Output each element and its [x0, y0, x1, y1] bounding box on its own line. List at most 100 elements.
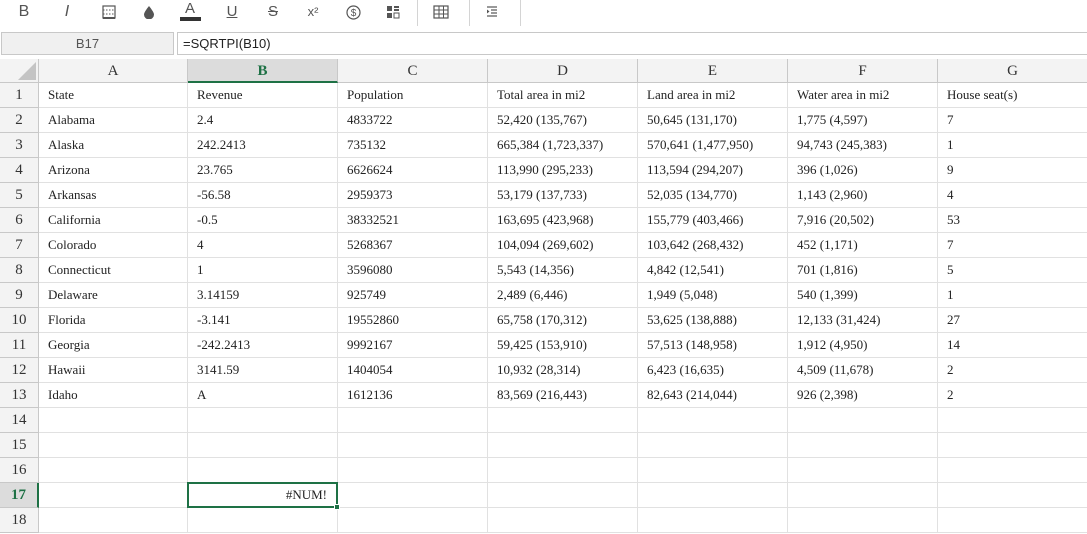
- cell-f10[interactable]: 12,133 (31,424): [788, 308, 938, 333]
- cell-b4[interactable]: 23.765: [188, 158, 338, 183]
- cell-d16[interactable]: [488, 458, 638, 483]
- cell-g15[interactable]: [938, 433, 1087, 458]
- cell-b5[interactable]: -56.58: [188, 183, 338, 208]
- cell-d18[interactable]: [488, 508, 638, 533]
- cell-d3[interactable]: 665,384 (1,723,337): [488, 133, 638, 158]
- formula-input[interactable]: =SQRTPI(B10): [177, 32, 1087, 55]
- cell-a8[interactable]: Connecticut: [39, 258, 188, 283]
- cell-d7[interactable]: 104,094 (269,602): [488, 233, 638, 258]
- cell-c12[interactable]: 1404054: [338, 358, 488, 383]
- column-header-g[interactable]: G: [938, 59, 1087, 83]
- row-header-8[interactable]: 8: [0, 258, 39, 283]
- cell-a1[interactable]: State: [39, 83, 188, 108]
- cell-a5[interactable]: Arkansas: [39, 183, 188, 208]
- column-header-d[interactable]: D: [488, 59, 638, 83]
- row-header-9[interactable]: 9: [0, 283, 39, 308]
- cell-b15[interactable]: [188, 433, 338, 458]
- cell-e7[interactable]: 103,642 (268,432): [638, 233, 788, 258]
- cell-b6[interactable]: -0.5: [188, 208, 338, 233]
- cell-c2[interactable]: 4833722: [338, 108, 488, 133]
- cell-f2[interactable]: 1,775 (4,597): [788, 108, 938, 133]
- cell-e2[interactable]: 50,645 (131,170): [638, 108, 788, 133]
- cell-g14[interactable]: [938, 408, 1087, 433]
- cell-e11[interactable]: 57,513 (148,958): [638, 333, 788, 358]
- currency-button[interactable]: $: [339, 0, 367, 24]
- cell-f12[interactable]: 4,509 (11,678): [788, 358, 938, 383]
- cell-e18[interactable]: [638, 508, 788, 533]
- cell-b12[interactable]: 3141.59: [188, 358, 338, 383]
- cell-g7[interactable]: 7: [938, 233, 1087, 258]
- cell-g10[interactable]: 27: [938, 308, 1087, 333]
- cell-c11[interactable]: 9992167: [338, 333, 488, 358]
- column-header-e[interactable]: E: [638, 59, 788, 83]
- cell-d10[interactable]: 65,758 (170,312): [488, 308, 638, 333]
- row-header-16[interactable]: 16: [0, 458, 39, 483]
- cell-a16[interactable]: [39, 458, 188, 483]
- cell-b16[interactable]: [188, 458, 338, 483]
- indent-button[interactable]: [478, 0, 506, 24]
- cell-f14[interactable]: [788, 408, 938, 433]
- cell-c6[interactable]: 38332521: [338, 208, 488, 233]
- cell-d1[interactable]: Total area in mi2: [488, 83, 638, 108]
- cell-e1[interactable]: Land area in mi2: [638, 83, 788, 108]
- cell-e14[interactable]: [638, 408, 788, 433]
- cell-g16[interactable]: [938, 458, 1087, 483]
- cell-g3[interactable]: 1: [938, 133, 1087, 158]
- cell-g13[interactable]: 2: [938, 383, 1087, 408]
- row-header-14[interactable]: 14: [0, 408, 39, 433]
- cell-c16[interactable]: [338, 458, 488, 483]
- borders-button[interactable]: [95, 0, 123, 24]
- cell-g17[interactable]: [938, 483, 1087, 508]
- cell-e17[interactable]: [638, 483, 788, 508]
- cell-c17[interactable]: [338, 483, 488, 508]
- row-header-10[interactable]: 10: [0, 308, 39, 333]
- cell-a11[interactable]: Georgia: [39, 333, 188, 358]
- cell-f18[interactable]: [788, 508, 938, 533]
- cell-d12[interactable]: 10,932 (28,314): [488, 358, 638, 383]
- cell-f5[interactable]: 1,143 (2,960): [788, 183, 938, 208]
- cell-a7[interactable]: Colorado: [39, 233, 188, 258]
- cell-c8[interactable]: 3596080: [338, 258, 488, 283]
- cell-e10[interactable]: 53,625 (138,888): [638, 308, 788, 333]
- row-header-7[interactable]: 7: [0, 233, 39, 258]
- cell-g5[interactable]: 4: [938, 183, 1087, 208]
- fill-handle[interactable]: [334, 504, 340, 510]
- cell-c3[interactable]: 735132: [338, 133, 488, 158]
- cell-f13[interactable]: 926 (2,398): [788, 383, 938, 408]
- cell-a14[interactable]: [39, 408, 188, 433]
- bold-button[interactable]: B: [10, 0, 38, 24]
- row-header-1[interactable]: 1: [0, 83, 39, 108]
- cell-a12[interactable]: Hawaii: [39, 358, 188, 383]
- cell-d11[interactable]: 59,425 (153,910): [488, 333, 638, 358]
- row-header-3[interactable]: 3: [0, 133, 39, 158]
- conditional-format-button[interactable]: [379, 0, 407, 24]
- cell-b18[interactable]: [188, 508, 338, 533]
- cell-a10[interactable]: Florida: [39, 308, 188, 333]
- cell-d9[interactable]: 2,489 (6,446): [488, 283, 638, 308]
- strikethrough-button[interactable]: S: [259, 0, 287, 24]
- column-header-a[interactable]: A: [39, 59, 188, 83]
- cell-e12[interactable]: 6,423 (16,635): [638, 358, 788, 383]
- cell-c14[interactable]: [338, 408, 488, 433]
- table-button[interactable]: [427, 0, 455, 24]
- cell-d5[interactable]: 53,179 (137,733): [488, 183, 638, 208]
- cell-d14[interactable]: [488, 408, 638, 433]
- cell-a18[interactable]: [39, 508, 188, 533]
- cell-g18[interactable]: [938, 508, 1087, 533]
- cell-a2[interactable]: Alabama: [39, 108, 188, 133]
- cell-g9[interactable]: 1: [938, 283, 1087, 308]
- cell-c5[interactable]: 2959373: [338, 183, 488, 208]
- fill-color-button[interactable]: [135, 0, 163, 24]
- cell-f17[interactable]: [788, 483, 938, 508]
- cell-b3[interactable]: 242.2413: [188, 133, 338, 158]
- cell-g2[interactable]: 7: [938, 108, 1087, 133]
- row-header-5[interactable]: 5: [0, 183, 39, 208]
- underline-button[interactable]: U: [218, 0, 246, 24]
- cell-a4[interactable]: Arizona: [39, 158, 188, 183]
- cell-f7[interactable]: 452 (1,171): [788, 233, 938, 258]
- name-box[interactable]: B17: [1, 32, 174, 55]
- cell-a9[interactable]: Delaware: [39, 283, 188, 308]
- cell-b1[interactable]: Revenue: [188, 83, 338, 108]
- cell-b17[interactable]: #NUM!: [188, 483, 338, 508]
- cell-c13[interactable]: 1612136: [338, 383, 488, 408]
